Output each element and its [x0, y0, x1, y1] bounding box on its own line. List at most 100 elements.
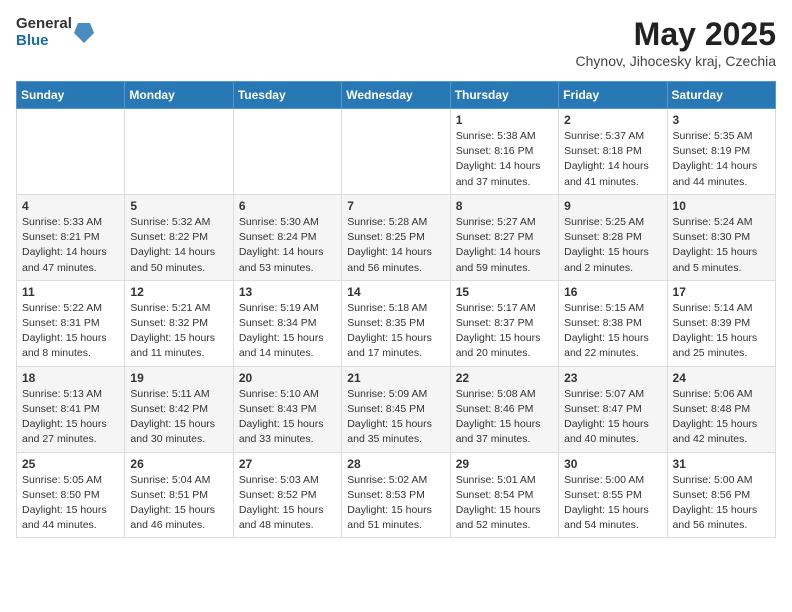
day-of-week-header: Saturday	[667, 82, 775, 109]
day-of-week-header: Tuesday	[233, 82, 341, 109]
calendar-cell: 21 Sunrise: 5:09 AM Sunset: 8:45 PM Dayli…	[342, 366, 450, 452]
calendar-cell: 17Sunrise: 5:14 AM Sunset: 8:39 PM Dayli…	[667, 280, 775, 366]
day-of-week-header: Monday	[125, 82, 233, 109]
day-number: 21	[347, 371, 444, 385]
calendar-week-row: 11 Sunrise: 5:22 AM Sunset: 8:31 PM Dayli…	[17, 280, 776, 366]
calendar-header-row: SundayMondayTuesdayWednesdayThursdayFrid…	[17, 82, 776, 109]
day-number: 4	[22, 199, 119, 213]
calendar-cell: 1 Sunrise: 5:38 AM Sunset: 8:16 PM Daylig…	[450, 109, 558, 195]
logo: General Blue	[16, 16, 94, 49]
calendar-cell: 9Sunrise: 5:25 AM Sunset: 8:28 PM Daylig…	[559, 194, 667, 280]
day-number: 1	[456, 113, 553, 127]
day-number: 6	[239, 199, 336, 213]
day-of-week-header: Wednesday	[342, 82, 450, 109]
logo-general-text: General	[16, 16, 72, 33]
calendar-cell: 3 Sunrise: 5:35 AM Sunset: 8:19 PM Daylig…	[667, 109, 775, 195]
day-info: Sunrise: 5:22 AM Sunset: 8:31 PM Dayligh…	[22, 301, 119, 362]
day-info: Sunrise: 5:18 AM Sunset: 8:35 PM Dayligh…	[347, 301, 444, 362]
day-of-week-header: Sunday	[17, 82, 125, 109]
day-number: 2	[564, 113, 661, 127]
calendar-cell: 28Sunrise: 5:02 AM Sunset: 8:53 PM Dayli…	[342, 452, 450, 538]
day-info: Sunrise: 5:03 AM Sunset: 8:52 PM Dayligh…	[239, 473, 336, 534]
calendar-cell: 8 Sunrise: 5:27 AM Sunset: 8:27 PM Daylig…	[450, 194, 558, 280]
calendar-week-row: 1 Sunrise: 5:38 AM Sunset: 8:16 PM Daylig…	[17, 109, 776, 195]
day-info: Sunrise: 5:38 AM Sunset: 8:16 PM Dayligh…	[456, 129, 553, 190]
day-info: Sunrise: 5:15 AM Sunset: 8:38 PM Dayligh…	[564, 301, 661, 362]
day-info: Sunrise: 5:10 AM Sunset: 8:43 PM Dayligh…	[239, 387, 336, 448]
day-number: 16	[564, 285, 661, 299]
day-number: 23	[564, 371, 661, 385]
calendar-cell: 11 Sunrise: 5:22 AM Sunset: 8:31 PM Dayli…	[17, 280, 125, 366]
day-info: Sunrise: 5:02 AM Sunset: 8:53 PM Dayligh…	[347, 473, 444, 534]
day-info: Sunrise: 5:08 AM Sunset: 8:46 PM Dayligh…	[456, 387, 553, 448]
day-number: 18	[22, 371, 119, 385]
calendar-cell: 22 Sunrise: 5:08 AM Sunset: 8:46 PM Dayli…	[450, 366, 558, 452]
calendar-cell: 7Sunrise: 5:28 AM Sunset: 8:25 PM Daylig…	[342, 194, 450, 280]
day-number: 15	[456, 285, 553, 299]
calendar-table: SundayMondayTuesdayWednesdayThursdayFrid…	[16, 81, 776, 538]
calendar-cell: 13 Sunrise: 5:19 AM Sunset: 8:34 PM Dayli…	[233, 280, 341, 366]
day-info: Sunrise: 5:32 AM Sunset: 8:22 PM Dayligh…	[130, 215, 227, 276]
page-header: General Blue May 2025 Chynov, Jihocesky …	[16, 16, 776, 69]
day-info: Sunrise: 5:06 AM Sunset: 8:48 PM Dayligh…	[673, 387, 770, 448]
day-number: 26	[130, 457, 227, 471]
day-number: 12	[130, 285, 227, 299]
day-info: Sunrise: 5:07 AM Sunset: 8:47 PM Dayligh…	[564, 387, 661, 448]
location-subtitle: Chynov, Jihocesky kraj, Czechia	[576, 53, 776, 69]
day-number: 11	[22, 285, 119, 299]
calendar-cell: 19 Sunrise: 5:11 AM Sunset: 8:42 PM Dayli…	[125, 366, 233, 452]
day-info: Sunrise: 5:09 AM Sunset: 8:45 PM Dayligh…	[347, 387, 444, 448]
day-info: Sunrise: 5:19 AM Sunset: 8:34 PM Dayligh…	[239, 301, 336, 362]
day-info: Sunrise: 5:01 AM Sunset: 8:54 PM Dayligh…	[456, 473, 553, 534]
day-info: Sunrise: 5:11 AM Sunset: 8:42 PM Dayligh…	[130, 387, 227, 448]
calendar-cell: 16 Sunrise: 5:15 AM Sunset: 8:38 PM Dayli…	[559, 280, 667, 366]
day-info: Sunrise: 5:33 AM Sunset: 8:21 PM Dayligh…	[22, 215, 119, 276]
calendar-cell: 29 Sunrise: 5:01 AM Sunset: 8:54 PM Dayli…	[450, 452, 558, 538]
day-number: 29	[456, 457, 553, 471]
day-info: Sunrise: 5:27 AM Sunset: 8:27 PM Dayligh…	[456, 215, 553, 276]
calendar-cell: 30 Sunrise: 5:00 AM Sunset: 8:55 PM Dayli…	[559, 452, 667, 538]
calendar-cell: 23 Sunrise: 5:07 AM Sunset: 8:47 PM Dayli…	[559, 366, 667, 452]
day-info: Sunrise: 5:30 AM Sunset: 8:24 PM Dayligh…	[239, 215, 336, 276]
day-info: Sunrise: 5:24 AM Sunset: 8:30 PM Dayligh…	[673, 215, 770, 276]
day-info: Sunrise: 5:17 AM Sunset: 8:37 PM Dayligh…	[456, 301, 553, 362]
calendar-cell: 10 Sunrise: 5:24 AM Sunset: 8:30 PM Dayli…	[667, 194, 775, 280]
day-info: Sunrise: 5:35 AM Sunset: 8:19 PM Dayligh…	[673, 129, 770, 190]
day-number: 30	[564, 457, 661, 471]
calendar-cell: 27Sunrise: 5:03 AM Sunset: 8:52 PM Dayli…	[233, 452, 341, 538]
calendar-cell: 24 Sunrise: 5:06 AM Sunset: 8:48 PM Dayli…	[667, 366, 775, 452]
day-info: Sunrise: 5:05 AM Sunset: 8:50 PM Dayligh…	[22, 473, 119, 534]
logo-blue-text: Blue	[16, 33, 72, 50]
day-number: 5	[130, 199, 227, 213]
calendar-cell	[233, 109, 341, 195]
day-number: 3	[673, 113, 770, 127]
day-info: Sunrise: 5:13 AM Sunset: 8:41 PM Dayligh…	[22, 387, 119, 448]
day-number: 22	[456, 371, 553, 385]
calendar-cell: 26 Sunrise: 5:04 AM Sunset: 8:51 PM Dayli…	[125, 452, 233, 538]
calendar-cell: 25 Sunrise: 5:05 AM Sunset: 8:50 PM Dayli…	[17, 452, 125, 538]
calendar-cell: 18 Sunrise: 5:13 AM Sunset: 8:41 PM Dayli…	[17, 366, 125, 452]
day-of-week-header: Thursday	[450, 82, 558, 109]
calendar-cell: 4 Sunrise: 5:33 AM Sunset: 8:21 PM Daylig…	[17, 194, 125, 280]
day-number: 13	[239, 285, 336, 299]
day-number: 19	[130, 371, 227, 385]
calendar-cell	[342, 109, 450, 195]
calendar-cell	[17, 109, 125, 195]
day-info: Sunrise: 5:04 AM Sunset: 8:51 PM Dayligh…	[130, 473, 227, 534]
day-number: 25	[22, 457, 119, 471]
day-info: Sunrise: 5:00 AM Sunset: 8:55 PM Dayligh…	[564, 473, 661, 534]
day-number: 24	[673, 371, 770, 385]
day-number: 20	[239, 371, 336, 385]
day-number: 31	[673, 457, 770, 471]
title-section: May 2025 Chynov, Jihocesky kraj, Czechia	[576, 16, 776, 69]
day-info: Sunrise: 5:14 AM Sunset: 8:39 PM Dayligh…	[673, 301, 770, 362]
day-info: Sunrise: 5:00 AM Sunset: 8:56 PM Dayligh…	[673, 473, 770, 534]
day-info: Sunrise: 5:37 AM Sunset: 8:18 PM Dayligh…	[564, 129, 661, 190]
calendar-cell: 12Sunrise: 5:21 AM Sunset: 8:32 PM Dayli…	[125, 280, 233, 366]
day-of-week-header: Friday	[559, 82, 667, 109]
day-number: 9	[564, 199, 661, 213]
day-number: 10	[673, 199, 770, 213]
calendar-cell: 6 Sunrise: 5:30 AM Sunset: 8:24 PM Daylig…	[233, 194, 341, 280]
day-number: 8	[456, 199, 553, 213]
calendar-cell	[125, 109, 233, 195]
